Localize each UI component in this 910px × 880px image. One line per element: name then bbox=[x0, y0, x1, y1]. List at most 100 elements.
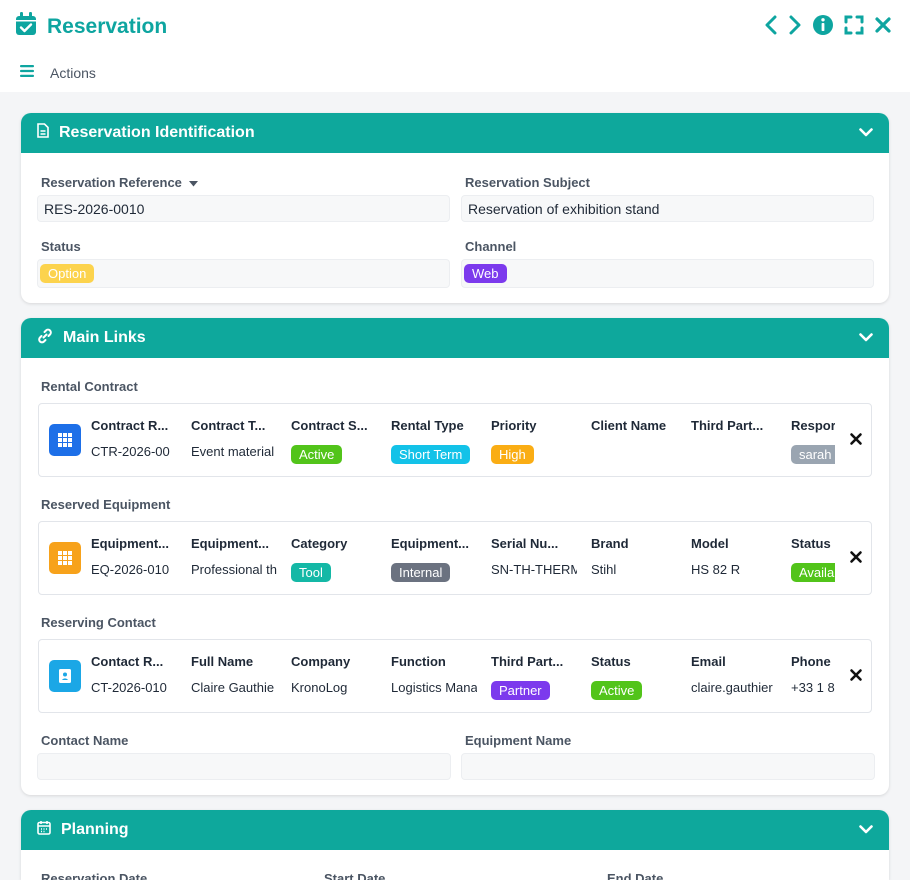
grid-icon bbox=[49, 542, 81, 574]
column: Client Name bbox=[591, 404, 691, 476]
planning-card: Planning Reservation Date Start Date End… bbox=[21, 810, 889, 880]
column-value: EQ-2026-010 bbox=[91, 562, 170, 577]
rental-contract-label: Rental Contract bbox=[41, 379, 138, 394]
rental-type-badge: Short Term bbox=[391, 445, 471, 464]
column-header: Respor bbox=[791, 418, 835, 433]
column: Contact R... CT-2026-010 bbox=[91, 640, 191, 712]
identification-header[interactable]: Reservation Identification bbox=[21, 113, 889, 153]
column-value: claire.gauthier bbox=[691, 680, 773, 695]
start-date-label: Start Date bbox=[324, 871, 386, 880]
column-header: Model bbox=[691, 536, 729, 551]
chevron-down-icon[interactable] bbox=[859, 329, 873, 347]
planning-header[interactable]: Planning bbox=[21, 810, 889, 850]
close-icon[interactable] bbox=[874, 16, 892, 39]
category-badge: Tool bbox=[291, 563, 331, 582]
column: Function Logistics Mana bbox=[391, 640, 491, 712]
column: Company KronoLog bbox=[291, 640, 391, 712]
rental-contract-card[interactable]: Contract R... CTR-2026-00 Contract T... … bbox=[38, 403, 872, 477]
expand-icon[interactable] bbox=[844, 15, 864, 40]
column: Status Active bbox=[591, 640, 691, 712]
column-header: Status bbox=[591, 654, 631, 669]
column-header: Client Name bbox=[591, 418, 667, 433]
column-value: +33 1 8 bbox=[791, 680, 835, 695]
reserving-contact-label: Reserving Contact bbox=[41, 615, 156, 630]
top-bar: Reservation Actions bbox=[0, 0, 910, 92]
column-header: Contract T... bbox=[191, 418, 266, 433]
channel-field[interactable]: Web bbox=[461, 259, 874, 288]
info-icon[interactable] bbox=[812, 14, 834, 41]
contact-name-field[interactable] bbox=[37, 753, 451, 780]
calendar-icon bbox=[37, 820, 51, 840]
calendar-check-icon bbox=[15, 12, 37, 41]
column: Equipment... EQ-2026-010 bbox=[91, 522, 191, 594]
reserved-equipment-columns: Equipment... EQ-2026-010 Equipment... Pr… bbox=[91, 522, 835, 594]
reference-label: Reservation Reference bbox=[41, 175, 198, 190]
column: Email claire.gauthier bbox=[691, 640, 791, 712]
reserving-contact-card[interactable]: Contact R... CT-2026-010 Full Name Clair… bbox=[38, 639, 872, 713]
column-value: Claire Gauthie bbox=[191, 680, 275, 695]
column-header: Serial Nu... bbox=[491, 536, 559, 551]
chevron-down-icon[interactable] bbox=[859, 124, 873, 142]
column-value: KronoLog bbox=[291, 680, 348, 695]
link-icon bbox=[37, 328, 53, 349]
hamburger-icon[interactable] bbox=[20, 64, 34, 82]
responsible-badge: sarah bbox=[791, 445, 835, 464]
equipment-name-field[interactable] bbox=[461, 753, 875, 780]
status-field[interactable]: Option bbox=[37, 259, 450, 288]
column: Respor sarah bbox=[791, 404, 835, 476]
reference-field[interactable]: RES-2026-0010 bbox=[37, 195, 450, 222]
chevron-right-icon[interactable] bbox=[788, 15, 802, 40]
column: Phone +33 1 8 bbox=[791, 640, 835, 712]
contact-card-icon bbox=[49, 660, 81, 692]
actions-menu[interactable]: Actions bbox=[20, 64, 96, 82]
column: Status Availa bbox=[791, 522, 835, 594]
column-header: Phone bbox=[791, 654, 831, 669]
caret-down-icon[interactable] bbox=[188, 175, 198, 190]
column-header: Function bbox=[391, 654, 446, 669]
contact-name-label: Contact Name bbox=[41, 733, 129, 748]
column: Serial Nu... SN-TH-THERM bbox=[491, 522, 591, 594]
column: Third Part... bbox=[691, 404, 791, 476]
reserved-equipment-label: Reserved Equipment bbox=[41, 497, 171, 512]
status-badge: Option bbox=[40, 264, 95, 283]
remove-icon[interactable] bbox=[849, 432, 863, 446]
reserved-equipment-card[interactable]: Equipment... EQ-2026-010 Equipment... Pr… bbox=[38, 521, 872, 595]
remove-icon[interactable] bbox=[849, 550, 863, 564]
column: Third Part... Partner bbox=[491, 640, 591, 712]
column: Equipment... Professional th bbox=[191, 522, 291, 594]
column-header: Full Name bbox=[191, 654, 254, 669]
status-label: Status bbox=[41, 239, 81, 254]
end-date-label: End Date bbox=[607, 871, 664, 880]
window-controls bbox=[764, 14, 892, 41]
priority-badge: High bbox=[491, 445, 534, 464]
reservation-date-label: Reservation Date bbox=[41, 871, 148, 880]
equipment-name-label: Equipment Name bbox=[465, 733, 572, 748]
column-header: Contract S... bbox=[291, 418, 368, 433]
identification-card: Reservation Identification Reservation R… bbox=[21, 113, 889, 303]
remove-icon[interactable] bbox=[849, 668, 863, 682]
channel-label: Channel bbox=[465, 239, 517, 254]
column: Rental Type Short Term bbox=[391, 404, 491, 476]
rental-contract-columns: Contract R... CTR-2026-00 Contract T... … bbox=[91, 404, 835, 476]
reference-label-text: Reservation Reference bbox=[41, 175, 182, 190]
chevron-left-icon[interactable] bbox=[764, 15, 778, 40]
document-icon bbox=[37, 123, 49, 143]
column-value: HS 82 R bbox=[691, 562, 741, 577]
column-header: Rental Type bbox=[391, 418, 464, 433]
planning-title: Planning bbox=[61, 821, 129, 838]
identification-title: Reservation Identification bbox=[59, 124, 255, 141]
window-title: Reservation bbox=[47, 14, 168, 38]
subject-field[interactable]: Reservation of exhibition stand bbox=[461, 195, 874, 222]
channel-badge: Web bbox=[464, 264, 507, 283]
column-header: Brand bbox=[591, 536, 629, 551]
main-links-header[interactable]: Main Links bbox=[21, 318, 889, 358]
chevron-down-icon[interactable] bbox=[859, 821, 873, 839]
window-title-row: Reservation bbox=[15, 12, 167, 41]
main-links-card: Main Links Rental Contract Contract R...… bbox=[21, 318, 889, 795]
column: Contract S... Active bbox=[291, 404, 391, 476]
third-party-badge: Partner bbox=[491, 681, 550, 700]
actions-label[interactable]: Actions bbox=[50, 65, 96, 81]
column-header: Status bbox=[791, 536, 831, 551]
contact-status-badge: Active bbox=[591, 681, 643, 700]
column-header: Priority bbox=[491, 418, 537, 433]
